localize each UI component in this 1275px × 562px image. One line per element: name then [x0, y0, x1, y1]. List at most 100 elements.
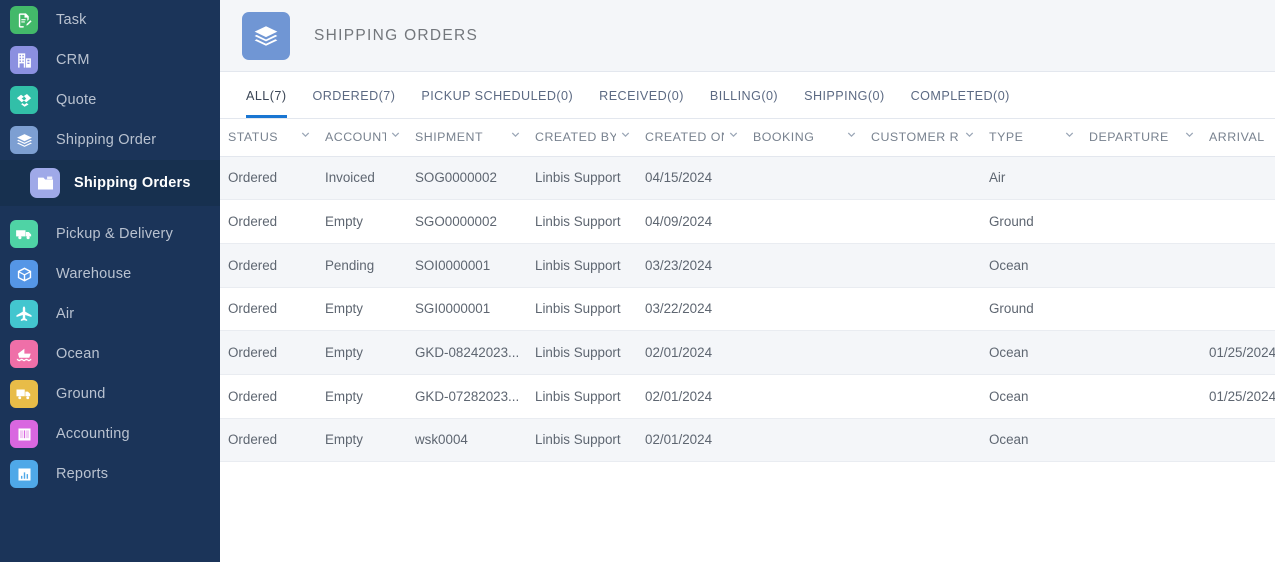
cell-status: Ordered [220, 199, 317, 244]
cell-status: Ordered [220, 418, 317, 463]
table-row[interactable]: Ordered Empty GKD-08242023... Linbis Suppor… [220, 330, 1275, 375]
chevron-down-icon[interactable] [510, 129, 521, 140]
cell-type: Ocean [981, 418, 1081, 463]
tab-received[interactable]: RECEIVED(0) [599, 89, 684, 118]
cell-type: Ground [981, 199, 1081, 244]
handshake-icon [10, 86, 38, 114]
tab-ordered[interactable]: ORDERED(7) [313, 89, 396, 118]
cell-customer-ref [863, 156, 981, 201]
sidebar-item-label: Shipping Order [56, 132, 157, 148]
chevron-down-icon[interactable] [1184, 129, 1195, 140]
cell-booking [745, 418, 863, 463]
app-root: Task CRM Quote Shipping Order Shipping Order… [0, 0, 1275, 562]
tab-all[interactable]: ALL(7) [246, 89, 287, 118]
sidebar-item-shipping-order[interactable]: Shipping Order [0, 120, 220, 160]
column-header-arrival[interactable]: ARRIVAL [1201, 119, 1275, 157]
table-row[interactable]: Ordered Pending SOI0000001 Linbis Support 03… [220, 243, 1275, 288]
sidebar-item-reports[interactable]: Reports [0, 454, 220, 494]
cell-created-by: Linbis Support [527, 199, 637, 244]
cell-status: Ordered [220, 287, 317, 332]
cell-shipment[interactable]: GKD-07282023... [407, 374, 527, 419]
main-content: SHIPPING ORDERS ALL(7) ORDERED(7) PICKUP S… [220, 0, 1275, 562]
sidebar-item-crm[interactable]: CRM [0, 40, 220, 80]
cell-booking [745, 156, 863, 201]
column-header-account[interactable]: ACCOUNT... [317, 119, 407, 157]
cell-booking [745, 330, 863, 375]
book-icon [10, 420, 38, 448]
shipping-orders-table: STATUS ACCOUNT... SHIPMENT CREATED BY ... CR… [220, 119, 1275, 463]
layers-icon [242, 11, 290, 60]
cell-created-by: Linbis Support [527, 287, 637, 332]
sidebar-item-ground[interactable]: Ground [0, 374, 220, 414]
chevron-down-icon[interactable] [728, 129, 739, 140]
cell-arrival [1201, 243, 1275, 288]
ship-icon [10, 340, 38, 368]
sidebar-item-shipping-orders[interactable]: Shipping Orders [0, 160, 220, 206]
column-header-created-by[interactable]: CREATED BY ... [527, 119, 637, 157]
column-header-customer-re[interactable]: CUSTOMER RE... [863, 119, 981, 157]
tab-shipping[interactable]: SHIPPING(0) [804, 89, 885, 118]
column-header-booking[interactable]: BOOKING [745, 119, 863, 157]
column-header-created-on[interactable]: CREATED ON ... [637, 119, 745, 157]
table-row[interactable]: Ordered Invoiced SOG0000002 Linbis Support 0… [220, 156, 1275, 201]
building-icon [10, 46, 38, 74]
page-header: SHIPPING ORDERS [220, 0, 1275, 72]
chevron-down-icon[interactable] [964, 129, 975, 140]
sidebar: Task CRM Quote Shipping Order Shipping Order… [0, 0, 220, 562]
sidebar-item-label: Reports [56, 466, 109, 482]
cell-created-by: Linbis Support [527, 330, 637, 375]
table-row[interactable]: Ordered Empty SGI0000001 Linbis Support 03/2… [220, 287, 1275, 332]
cell-departure [1081, 374, 1201, 419]
cell-booking [745, 287, 863, 332]
column-header-type[interactable]: TYPE [981, 119, 1081, 157]
chevron-down-icon[interactable] [1064, 129, 1075, 140]
chevron-down-icon[interactable] [300, 129, 311, 140]
cell-status: Ordered [220, 156, 317, 201]
column-header-label: CUSTOMER RE... [871, 130, 960, 145]
column-header-status[interactable]: STATUS [220, 119, 317, 157]
sidebar-item-warehouse[interactable]: Warehouse [0, 254, 220, 294]
sidebar-item-air[interactable]: Air [0, 294, 220, 334]
column-header-shipment[interactable]: SHIPMENT [407, 119, 527, 157]
table-row[interactable]: Ordered Empty SGO0000002 Linbis Support 04/0… [220, 199, 1275, 244]
sidebar-item-accounting[interactable]: Accounting [0, 414, 220, 454]
sidebar-active-item-label: Shipping Orders [74, 175, 191, 191]
cell-account: Empty [317, 330, 407, 375]
sidebar-item-label: Task [56, 12, 87, 28]
sidebar-item-pickup-delivery[interactable]: Pickup & Delivery [0, 214, 220, 254]
cell-shipment[interactable]: SOI0000001 [407, 243, 527, 288]
sidebar-item-ocean[interactable]: Ocean [0, 334, 220, 374]
cell-type: Ocean [981, 374, 1081, 419]
table-row[interactable]: Ordered Empty GKD-07282023... Linbis Suppor… [220, 374, 1275, 419]
sidebar-item-label: Pickup & Delivery [56, 226, 174, 242]
cell-shipment[interactable]: GKD-08242023... [407, 330, 527, 375]
tab-completed[interactable]: COMPLETED(0) [911, 89, 1010, 118]
cell-shipment[interactable]: SGO0000002 [407, 199, 527, 244]
cell-shipment[interactable]: SOG0000002 [407, 156, 527, 201]
cell-status: Ordered [220, 374, 317, 419]
column-header-label: TYPE [989, 130, 1024, 145]
column-header-label: ARRIVAL [1209, 130, 1265, 145]
sidebar-item-label: Quote [56, 92, 97, 108]
page-title: SHIPPING ORDERS [314, 26, 479, 44]
cell-customer-ref [863, 330, 981, 375]
sidebar-item-task[interactable]: Task [0, 0, 220, 40]
cell-created-by: Linbis Support [527, 243, 637, 288]
cell-shipment[interactable]: SGI0000001 [407, 287, 527, 332]
chevron-down-icon[interactable] [846, 129, 857, 140]
tab-pickup-scheduled[interactable]: PICKUP SCHEDULED(0) [421, 89, 573, 118]
cell-created-on: 02/01/2024 [637, 418, 745, 463]
delivery-truck-icon [10, 380, 38, 408]
cell-created-on: 04/15/2024 [637, 156, 745, 201]
column-header-departure[interactable]: DEPARTURE [1081, 119, 1201, 157]
truck-icon [10, 220, 38, 248]
cell-shipment[interactable]: wsk0004 [407, 418, 527, 463]
cell-departure [1081, 199, 1201, 244]
chevron-down-icon[interactable] [620, 129, 631, 140]
tab-billing[interactable]: BILLING(0) [710, 89, 778, 118]
cell-departure [1081, 287, 1201, 332]
sidebar-item-quote[interactable]: Quote [0, 80, 220, 120]
chevron-down-icon[interactable] [390, 129, 401, 140]
table-row[interactable]: Ordered Empty wsk0004 Linbis Support 02/01/2… [220, 418, 1275, 463]
